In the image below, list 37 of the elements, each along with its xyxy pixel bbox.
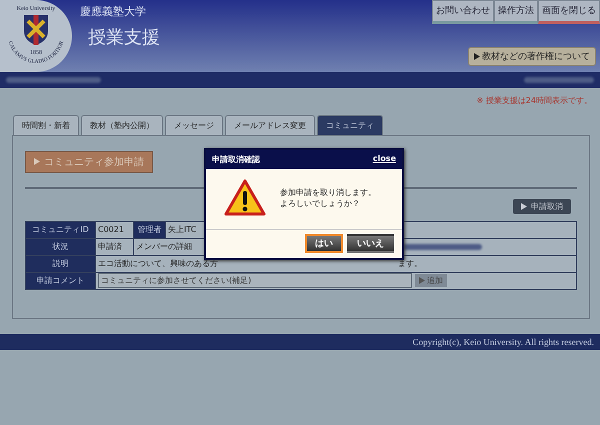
- copyright-text: Copyright(c), Keio University. All rights reserved.: [0, 334, 600, 350]
- dialog-button[interactable]: はい: [305, 234, 343, 253]
- table-cell: C0021: [96, 221, 134, 238]
- app-title: 授業支援: [88, 26, 161, 49]
- header-link[interactable]: 画面を閉じる: [538, 0, 600, 24]
- blurred-text: [524, 77, 594, 83]
- university-name: 慶應義塾大学: [80, 4, 147, 19]
- header-link[interactable]: お問い合わせ: [432, 0, 494, 24]
- dialog-message: よろしいでしょうか？: [280, 198, 361, 210]
- copyright-info-button[interactable]: 教材などの著作権について: [468, 47, 596, 66]
- dialog-title: 申請取消確認: [212, 154, 260, 165]
- table-cell: メンバーの詳細: [136, 242, 192, 251]
- tab[interactable]: コミュニティ: [317, 115, 383, 135]
- description-text: ます。: [398, 258, 422, 269]
- notice-text: ※ 授業支援は24時間表示です。: [476, 95, 593, 106]
- tab[interactable]: 時間割・新着: [13, 115, 79, 135]
- table-cell: 申請済: [96, 238, 134, 255]
- dialog-button[interactable]: いいえ: [347, 234, 394, 253]
- triangle-icon: [474, 53, 480, 60]
- table-header-cell: 状況: [26, 238, 96, 255]
- triangle-icon: [521, 202, 527, 210]
- close-link[interactable]: close: [372, 154, 396, 165]
- cancel-request-button[interactable]: 申請取消: [513, 198, 571, 214]
- tab[interactable]: 教材（塾内公開）: [81, 115, 163, 135]
- tab[interactable]: メッセージ: [165, 115, 223, 135]
- triangle-icon: [34, 158, 40, 165]
- table-header-cell: 説明: [26, 255, 96, 272]
- description-text: エコ活動について、興味のある方: [98, 258, 219, 269]
- warning-icon: [224, 179, 266, 217]
- table-header-cell: コミュニティID: [26, 221, 96, 238]
- comment-field[interactable]: コミュニティに参加させてください(補足): [98, 273, 412, 288]
- dialog-message: 参加申請を取り消します。: [280, 186, 376, 198]
- tab[interactable]: メールアドレス変更: [225, 115, 315, 135]
- header-link[interactable]: 操作方法: [494, 0, 538, 24]
- table-header-cell: 管理者: [134, 221, 166, 238]
- table-header-cell: 申請コメント: [26, 272, 96, 289]
- triangle-icon: [419, 277, 425, 284]
